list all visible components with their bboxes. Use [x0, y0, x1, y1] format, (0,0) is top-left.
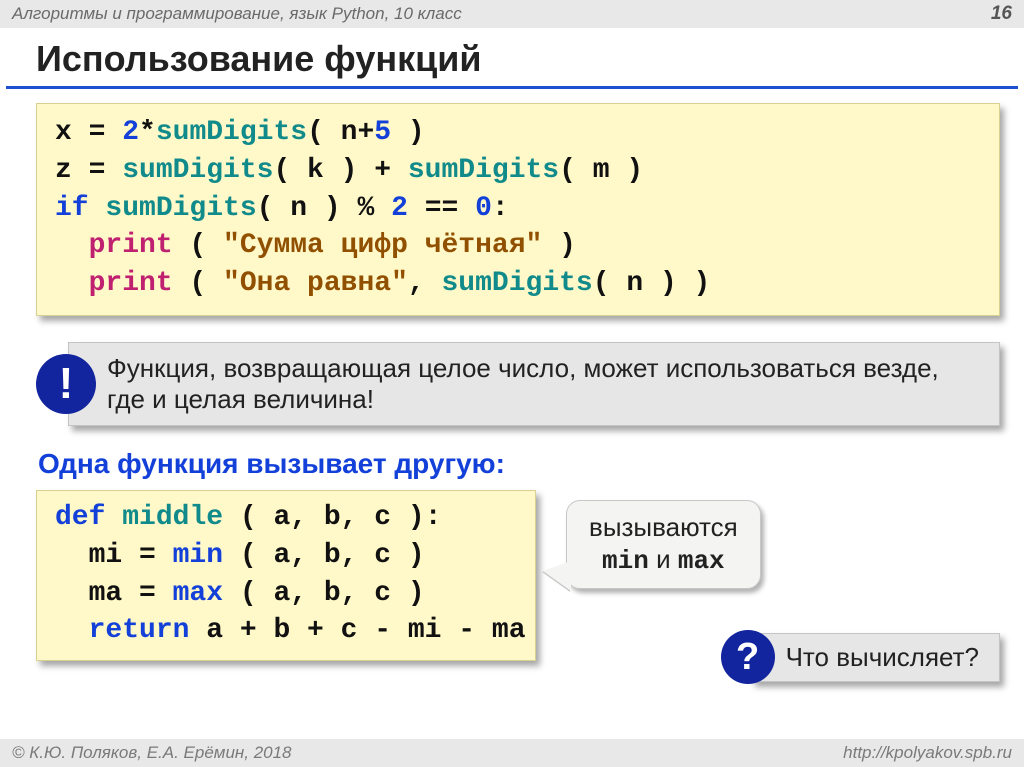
code-text: ) — [542, 230, 576, 261]
page-number: 16 — [991, 3, 1012, 25]
code-keyword: def — [55, 502, 105, 533]
code-text: * — [139, 117, 156, 148]
note-box: Функция, возвращающая целое число, может… — [68, 342, 1000, 426]
code-func: sumDigits — [408, 155, 559, 186]
code-text: z = — [55, 155, 122, 186]
callout-mono: max — [678, 546, 725, 576]
code-number: 2 — [122, 117, 139, 148]
exclamation-icon: ! — [36, 354, 96, 414]
code-func: sumDigits — [122, 155, 273, 186]
code-text: ( n+ — [307, 117, 374, 148]
code-block-1: x = 2*sumDigits( n+5 ) z = sumDigits( k … — [36, 103, 1000, 316]
code-text: ma = — [55, 578, 173, 609]
code-text: ( — [173, 230, 223, 261]
slide-title: Использование функций — [6, 28, 1018, 89]
code-text: ( a, b, c ) — [223, 578, 425, 609]
code-builtin: print — [89, 268, 173, 299]
code-number: 0 — [475, 193, 492, 224]
code-text: x = — [55, 117, 122, 148]
callout-bubble: вызываются min и max — [566, 500, 761, 589]
code-text: ( k ) + — [273, 155, 407, 186]
code-keyword: if — [55, 193, 89, 224]
header-bar: Алгоритмы и программирование, язык Pytho… — [0, 0, 1024, 28]
code-text: ( a, b, c ): — [223, 502, 441, 533]
footer-url: http://kpolyakov.spb.ru — [843, 743, 1012, 763]
callout-mono: min — [602, 546, 649, 576]
code-text: ( n ) ) — [593, 268, 711, 299]
code-string: "Сумма цифр чётная" — [223, 230, 542, 261]
code-text: ( m ) — [559, 155, 643, 186]
code-text: == — [408, 193, 475, 224]
code-builtin: print — [89, 230, 173, 261]
code-func: sumDigits — [442, 268, 593, 299]
code-text — [89, 193, 106, 224]
code-number: 2 — [391, 193, 408, 224]
code-text: ) — [391, 117, 425, 148]
code-text: ( a, b, c ) — [223, 540, 425, 571]
code-number: 5 — [374, 117, 391, 148]
code-func: sumDigits — [105, 193, 256, 224]
code-func: sumDigits — [156, 117, 307, 148]
code-block-2: def middle ( a, b, c ): mi = min ( a, b,… — [36, 490, 536, 661]
code-text — [55, 615, 89, 646]
copyright: © К.Ю. Поляков, Е.А. Ерёмин, 2018 — [12, 743, 292, 763]
footer-bar: © К.Ю. Поляков, Е.А. Ерёмин, 2018 http:/… — [0, 739, 1024, 767]
code-text: : — [492, 193, 509, 224]
code-text: , — [408, 268, 442, 299]
question-row: ? Что вычисляет? — [721, 630, 1000, 684]
code-builtin: max — [173, 578, 223, 609]
note-row: ! Функция, возвращающая целое число, мож… — [36, 342, 1000, 426]
code-string: "Она равна" — [223, 268, 408, 299]
callout-and: и — [649, 544, 678, 574]
question-icon: ? — [721, 630, 775, 684]
code-text — [55, 268, 89, 299]
question-box: Что вычисляет? — [751, 633, 1000, 682]
code-text: mi = — [55, 540, 173, 571]
code-text — [105, 502, 122, 533]
code-text — [55, 230, 89, 261]
course-label: Алгоритмы и программирование, язык Pytho… — [12, 4, 462, 24]
callout-line1: вызываются — [589, 511, 738, 544]
callout-line2: min и max — [589, 543, 738, 578]
code-text: ( — [173, 268, 223, 299]
code-text: a + b + c - mi - ma — [189, 615, 525, 646]
sub-heading: Одна функция вызывает другую: — [38, 448, 1024, 480]
code-keyword: return — [89, 615, 190, 646]
code-text: ( n ) % — [257, 193, 391, 224]
code-func: middle — [122, 502, 223, 533]
code-builtin: min — [173, 540, 223, 571]
